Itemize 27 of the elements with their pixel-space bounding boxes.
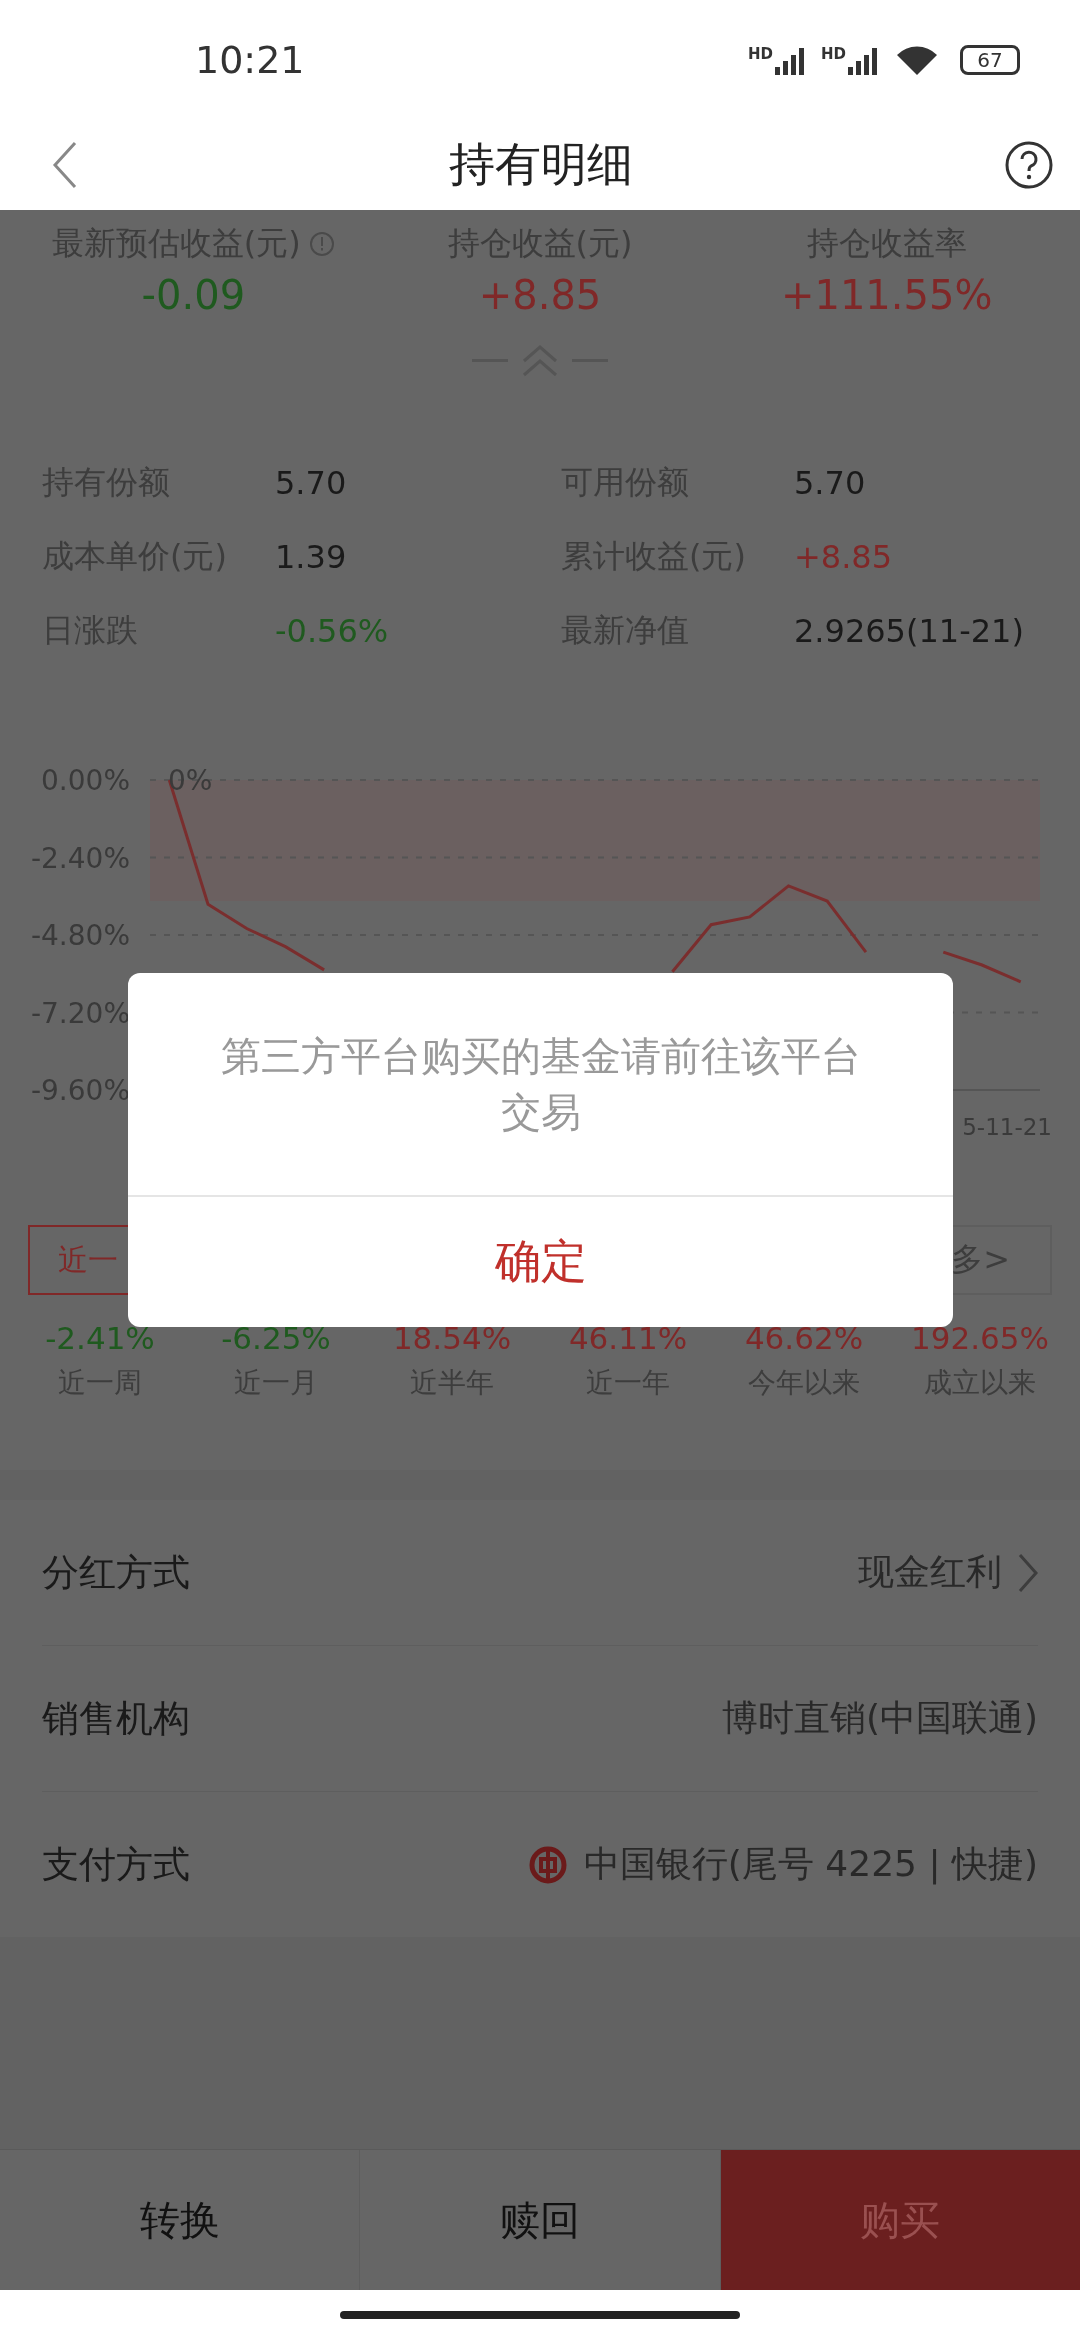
setting-value: 现金红利: [858, 1550, 1002, 1594]
detail-value: 1.39: [275, 538, 347, 576]
summary-value: +8.85: [478, 272, 602, 318]
battery-level: 67: [977, 48, 1003, 72]
setting-value: 中国银行(尾号 4225 | 快捷): [583, 1842, 1038, 1887]
clock-time: 10:21: [195, 38, 305, 82]
summary-value: +111.55%: [780, 272, 993, 318]
setting-label: 支付方式: [42, 1841, 190, 1888]
chevron-right-icon: [1018, 1552, 1038, 1593]
detail-value: -0.56%: [275, 612, 389, 650]
detail-value: 5.70: [794, 464, 866, 502]
back-button[interactable]: [52, 141, 78, 189]
network-label: HD: [747, 45, 773, 63]
start-label: 0%: [168, 764, 213, 797]
detail-value: +8.85: [794, 538, 893, 576]
network-label: HD: [821, 45, 846, 63]
detail-value: 5.70: [275, 464, 347, 502]
help-button[interactable]: [1004, 140, 1054, 190]
setting-label: 销售机构: [42, 1695, 190, 1742]
page-title: 持有明细: [449, 136, 633, 193]
info-icon: [308, 231, 335, 257]
dialog-message: 第三方平台购买的基金请前往该平台交易: [128, 973, 953, 1197]
coin-icon: [527, 1844, 568, 1885]
setting-value: 博时直销(中国联通): [721, 1696, 1038, 1740]
summary-value: -0.09: [141, 272, 246, 318]
setting-label: 分红方式: [42, 1549, 190, 1596]
detail-value: 2.9265(11-21): [794, 612, 1024, 650]
